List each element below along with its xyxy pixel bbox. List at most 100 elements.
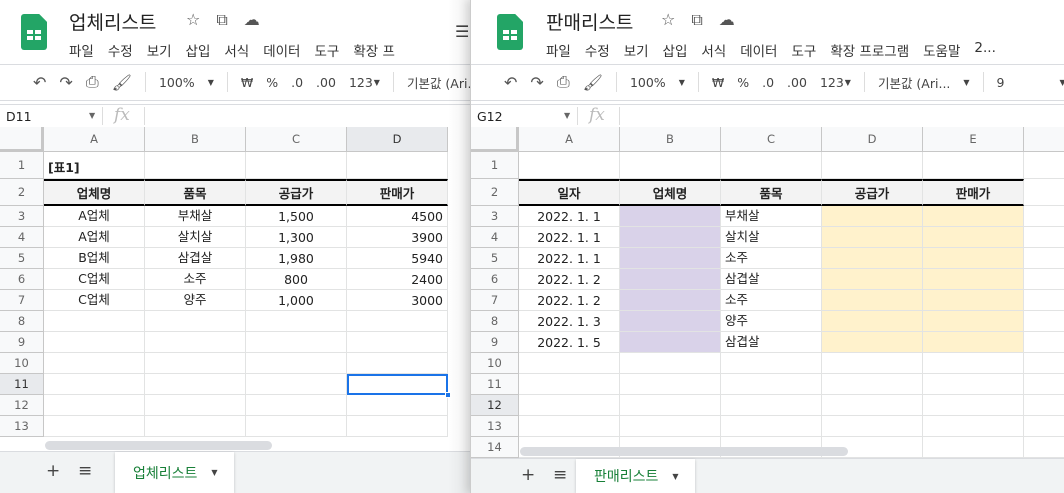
cell-C6[interactable]: 800 [246,269,347,290]
row-header-1[interactable]: 1 [0,152,44,179]
cell-B2[interactable]: 품목 [145,179,246,206]
cell-B4[interactable]: 살치살 [145,227,246,248]
redo-icon[interactable]: ↷ [530,73,543,92]
menu-1[interactable]: 수정 [108,40,133,60]
row-header-8[interactable]: 8 [471,311,519,332]
cell-E11[interactable] [923,374,1024,395]
cell-B3[interactable] [620,206,721,227]
format-button[interactable]: 123 [349,75,373,90]
cell-C8[interactable] [246,311,347,332]
cell-B10[interactable] [620,353,721,374]
redo-icon[interactable]: ↷ [59,73,72,92]
cell-F4[interactable] [1024,227,1064,248]
chevron-down-icon[interactable]: ▼ [564,111,570,120]
chevron-down-icon[interactable]: ▼ [211,468,217,477]
cell-C10[interactable] [721,353,822,374]
cell-C2[interactable]: 품목 [721,179,822,206]
star-icon[interactable]: ☆ [661,10,675,30]
cell-B10[interactable] [145,353,246,374]
row-header-6[interactable]: 6 [471,269,519,290]
cell-E10[interactable] [923,353,1024,374]
cell-D4[interactable]: 3900 [347,227,448,248]
dec-more-button[interactable]: .00 [787,75,807,90]
cell-A9[interactable] [44,332,145,353]
cell-A13[interactable] [519,416,620,437]
cell-E3[interactable] [923,206,1024,227]
cell-C9[interactable]: 삼겹살 [721,332,822,353]
paint-format-icon[interactable]: 🖌 [112,73,132,92]
menu-0[interactable]: 파일 [546,40,571,60]
cell-A11[interactable] [519,374,620,395]
row-header-7[interactable]: 7 [0,290,44,311]
row-header-1[interactable]: 1 [471,152,519,179]
cell-D12[interactable] [347,395,448,416]
cell-A12[interactable] [44,395,145,416]
formula-input[interactable] [149,106,449,126]
cell-F7[interactable] [1024,290,1064,311]
cell-F1[interactable] [1024,152,1064,179]
menu-5[interactable]: 데이터 [740,40,777,60]
cell-D1[interactable] [822,152,923,179]
cell-D8[interactable] [822,311,923,332]
cell-C7[interactable]: 1,000 [246,290,347,311]
cell-B4[interactable] [620,227,721,248]
row-header-11[interactable]: 11 [0,374,44,395]
cell-B8[interactable] [620,311,721,332]
cell-A7[interactable]: C업체 [44,290,145,311]
cell-D7[interactable]: 3000 [347,290,448,311]
cell-C4[interactable]: 살치살 [721,227,822,248]
menu-2[interactable]: 보기 [624,40,649,60]
column-header-A[interactable]: A [519,127,620,152]
cell-C11[interactable] [246,374,347,395]
cell-C11[interactable] [721,374,822,395]
cell-C7[interactable]: 소주 [721,290,822,311]
chevron-down-icon[interactable]: ▼ [1060,78,1064,87]
cell-B2[interactable]: 업체명 [620,179,721,206]
column-header-B[interactable]: B [620,127,721,152]
font-select[interactable]: 기본값 (Ari... [878,73,950,92]
cell-E9[interactable] [923,332,1024,353]
menu-1[interactable]: 수정 [585,40,610,60]
row-header-5[interactable]: 5 [0,248,44,269]
formula-input[interactable] [624,106,924,126]
cell-B12[interactable] [145,395,246,416]
cell-A10[interactable] [519,353,620,374]
row-header-3[interactable]: 3 [0,206,44,227]
cell-A12[interactable] [519,395,620,416]
cell-D13[interactable] [822,416,923,437]
cloud-saved-icon[interactable]: ☁ [244,10,260,30]
cell-B13[interactable] [620,416,721,437]
cell-B5[interactable]: 삼겹살 [145,248,246,269]
horizontal-scrollbar[interactable] [520,447,848,456]
row-header-6[interactable]: 6 [0,269,44,290]
cell-C8[interactable]: 양주 [721,311,822,332]
row-header-13[interactable]: 13 [0,416,44,437]
dec-more-button[interactable]: .00 [316,75,336,90]
row-header-5[interactable]: 5 [471,248,519,269]
chevron-down-icon[interactable]: ▼ [374,78,380,87]
cell-E12[interactable] [923,395,1024,416]
cell-F6[interactable] [1024,269,1064,290]
column-header-F[interactable]: F [1024,127,1064,152]
paint-format-icon[interactable]: 🖌 [583,73,603,92]
cell-D5[interactable] [822,248,923,269]
cell-E1[interactable] [923,152,1024,179]
row-header-9[interactable]: 9 [471,332,519,353]
menu-9[interactable]: 2... [974,40,995,60]
cell-D10[interactable] [347,353,448,374]
sheets-logo-icon[interactable] [497,14,523,50]
column-header-B[interactable]: B [145,127,246,152]
cell-C9[interactable] [246,332,347,353]
cell-D6[interactable] [822,269,923,290]
select-all-corner[interactable] [471,127,519,152]
cell-A7[interactable]: 2022. 1. 2 [519,290,620,311]
print-icon[interactable]: ⎙ [557,72,570,92]
move-folder-icon[interactable]: ⧉ [691,10,702,30]
chevron-down-icon[interactable]: ▼ [208,78,214,87]
cell-E6[interactable] [923,269,1024,290]
menu-2[interactable]: 보기 [147,40,172,60]
cell-E2[interactable]: 판매가 [923,179,1024,206]
chevron-down-icon[interactable]: ▼ [845,78,851,87]
document-title[interactable]: 업체리스트 [69,8,156,35]
cell-F11[interactable] [1024,374,1064,395]
